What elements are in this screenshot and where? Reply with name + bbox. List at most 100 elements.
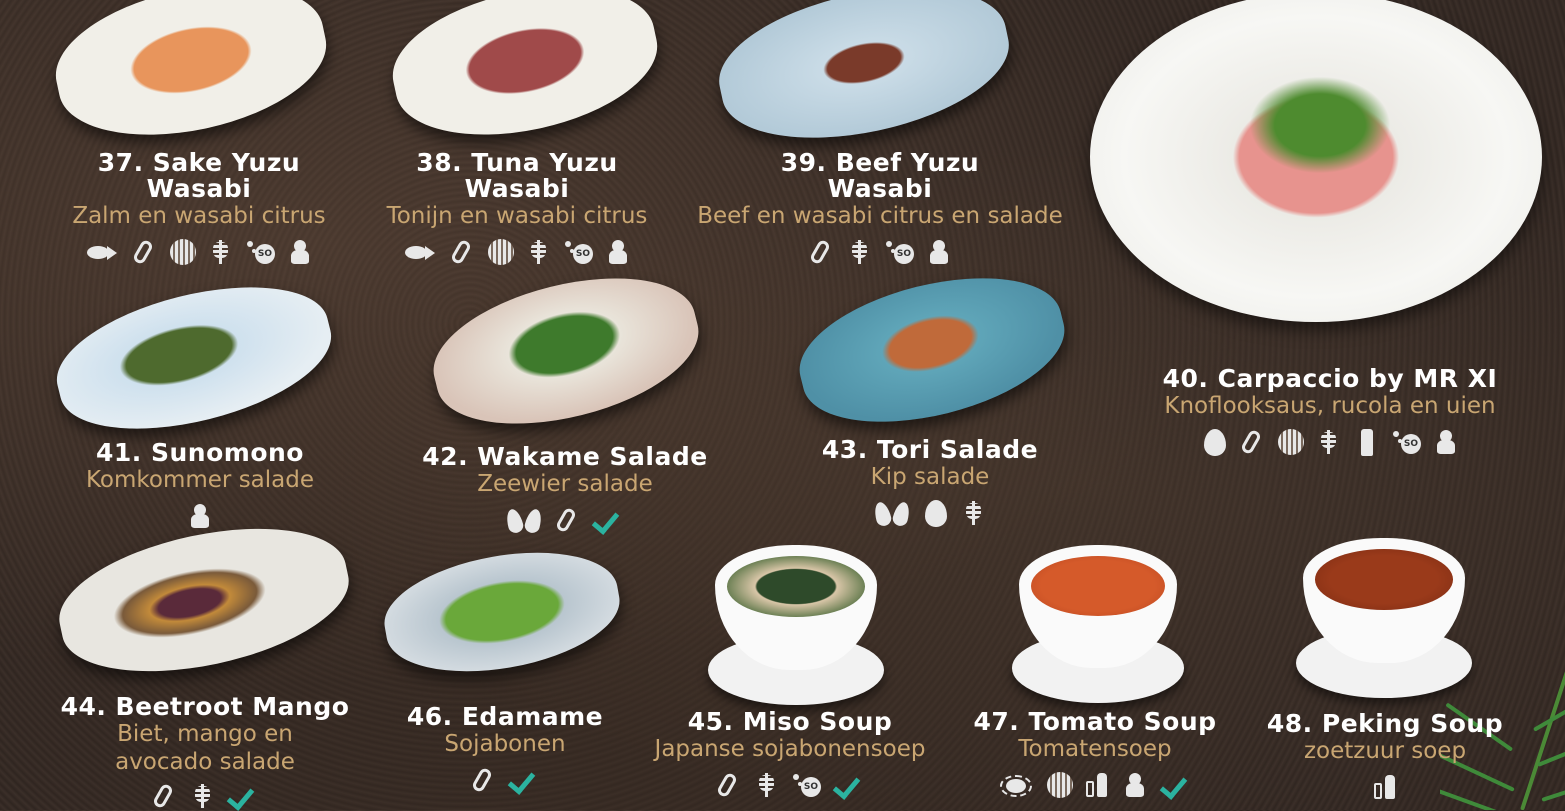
wheat-icon [1315, 428, 1341, 456]
dish-name: 38. Tuna Yuzu Wasabi [416, 148, 618, 203]
dish-description: zoetzuur soep [1303, 738, 1467, 764]
dish-48[interactable]: 48. Peking Soup zoetzuur soep [1255, 711, 1515, 801]
dish-description: Biet, mango en avocado salade [115, 721, 295, 775]
vegan-check-icon [833, 771, 865, 799]
nut-icon [169, 238, 196, 266]
soy-icon [808, 238, 834, 266]
dish-name: 42. Wakame Salade [422, 442, 708, 471]
vegan-check-icon [227, 782, 259, 810]
dish-38[interactable]: 38. Tuna Yuzu Wasabi Tonijn en wasabi cit… [358, 150, 676, 266]
dish-name: 37. Sake Yuzu Wasabi [97, 148, 301, 203]
dish-description: Knoflooksaus, rucola en uien [1164, 393, 1496, 419]
dish-name: 45. Miso Soup [687, 707, 893, 736]
egg-icon [922, 499, 948, 527]
soy-icon [1239, 428, 1265, 456]
beef-plate-image [706, 0, 1022, 161]
wheat-icon [525, 238, 551, 266]
dish-name: 41. Sunomono [96, 438, 304, 467]
egg-icon [1201, 428, 1227, 456]
wheat-icon [960, 499, 986, 527]
celery-icon [1122, 771, 1148, 799]
sesame-icon [563, 238, 593, 266]
soy-icon [151, 782, 177, 810]
celery-icon [605, 238, 631, 266]
crab-icon [998, 771, 1034, 799]
dish-name: 43. Tori Salade [821, 435, 1039, 464]
dish-name: 47. Tomato Soup [973, 707, 1217, 736]
allergen-icons [40, 502, 360, 530]
soy-icon [131, 238, 157, 266]
dish-name: 44. Beetroot Mango [60, 692, 350, 721]
dish-39[interactable]: 39. Beef Yuzu Wasabi Beef en wasabi citru… [680, 150, 1080, 266]
dish-name: 40. Carpaccio by MR XI [1162, 364, 1498, 393]
dish-name: 48. Peking Soup [1266, 709, 1504, 738]
wheat-icon [189, 782, 215, 810]
vegan-check-icon [1160, 771, 1192, 799]
dish-description: Tomatensoep [1018, 736, 1172, 762]
dish-43[interactable]: 43. Tori Salade Kip salade [780, 437, 1080, 527]
dish-44[interactable]: 44. Beetroot Mango Biet, mango en avocado… [40, 694, 370, 810]
tori-plate-image [786, 254, 1078, 446]
allergen-icons [1120, 428, 1540, 456]
dish-45[interactable]: 45. Miso Soup Japanse sojabonensoep [630, 709, 950, 799]
celery-icon [287, 238, 313, 266]
beetroot-plate-image [47, 506, 361, 694]
wheat-icon [846, 238, 872, 266]
lupin-icon [874, 499, 910, 527]
dish-description: Japanse sojabonensoep [654, 736, 926, 762]
allergen-icons [400, 506, 730, 534]
lupin-icon [506, 506, 542, 534]
allergen-icons [960, 771, 1230, 799]
dish-description: Tonijn en wasabi citrus [386, 203, 648, 229]
dish-description: Zeewier salade [477, 471, 653, 497]
allergen-icons [390, 766, 620, 794]
allergen-icons [358, 238, 676, 266]
dish-37[interactable]: 37. Sake Yuzu Wasabi Zalm en wasabi citru… [40, 150, 358, 266]
sesame-icon [884, 238, 914, 266]
nut-icon [487, 238, 514, 266]
milk-icon [1353, 428, 1379, 456]
celery-icon [1433, 428, 1459, 456]
dish-40[interactable]: 40. Carpaccio by MR XI Knoflooksaus, ruc… [1120, 366, 1540, 456]
dish-name: 46. Edamame [406, 702, 604, 731]
sesame-icon [1391, 428, 1421, 456]
sake-plate-image [43, 0, 339, 157]
dish-description: Sojabonen [444, 731, 566, 757]
dish-name: 39. Beef Yuzu Wasabi [780, 148, 980, 203]
wheat-icon [753, 771, 779, 799]
dish-47[interactable]: 47. Tomato Soup Tomatensoep [960, 709, 1230, 799]
dish-description: Kip salade [870, 464, 990, 490]
dish-46[interactable]: 46. Edamame Sojabonen [390, 704, 620, 794]
fish-icon [403, 238, 437, 266]
wakame-plate-image [420, 254, 712, 448]
dish-description: Komkommer salade [85, 467, 315, 493]
dish-42[interactable]: 42. Wakame Salade Zeewier salade [400, 444, 730, 534]
vegan-check-icon [592, 506, 624, 534]
soy-icon [470, 766, 496, 794]
wheat-icon [207, 238, 233, 266]
bottle-icon [1084, 771, 1110, 799]
sesame-icon [791, 771, 821, 799]
miso-bowl-image [708, 545, 884, 705]
tomato-bowl-image [1012, 545, 1184, 703]
soy-icon [554, 506, 580, 534]
allergen-icons [630, 771, 950, 799]
rucola-topping [1240, 70, 1400, 180]
sesame-icon [245, 238, 275, 266]
nut-icon [1046, 771, 1073, 799]
allergen-icons [680, 238, 1080, 266]
soy-icon [449, 238, 475, 266]
tuna-plate-image [380, 0, 670, 157]
vegan-check-icon [508, 766, 540, 794]
edamame-plate-image [376, 536, 628, 688]
soy-icon [715, 771, 741, 799]
allergen-icons [1255, 773, 1515, 801]
celery-icon [926, 238, 952, 266]
bottle-icon [1372, 773, 1398, 801]
allergen-icons [40, 782, 370, 810]
sunomono-plate-image [43, 263, 345, 453]
dish-description: Beef en wasabi citrus en salade [697, 203, 1063, 229]
allergen-icons [780, 499, 1080, 527]
dish-41[interactable]: 41. Sunomono Komkommer salade [40, 440, 360, 530]
dish-description: Zalm en wasabi citrus [72, 203, 326, 229]
